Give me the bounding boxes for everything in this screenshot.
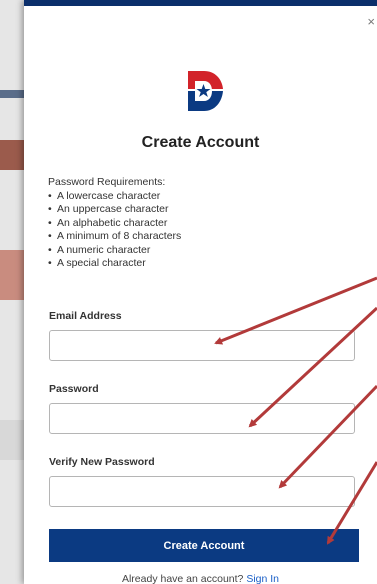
password-field[interactable] — [49, 403, 355, 434]
requirements-heading: Password Requirements: — [48, 176, 166, 188]
password-requirements: Password Requirements: A lowercase chara… — [48, 176, 181, 271]
page-title: Create Account — [141, 134, 260, 151]
password-label: Password — [49, 383, 99, 395]
requirement-item: An uppercase character — [48, 203, 181, 217]
background-page-stripe — [0, 90, 24, 98]
email-field[interactable] — [49, 330, 355, 361]
requirement-item: An alphabetic character — [48, 217, 181, 231]
requirement-item: A special character — [48, 257, 181, 271]
background-page-stripe — [0, 420, 24, 460]
create-account-button[interactable]: Create Account — [49, 529, 359, 562]
sign-in-prompt: Already have an account? Sign In — [24, 573, 377, 584]
verify-password-label: Verify New Password — [49, 456, 155, 468]
requirement-item: A minimum of 8 characters — [48, 230, 181, 244]
close-button[interactable]: × — [367, 14, 375, 29]
sign-in-prompt-text: Already have an account? — [121, 573, 244, 584]
email-label: Email Address — [49, 310, 122, 322]
requirements-list: A lowercase character An uppercase chara… — [48, 190, 181, 271]
background-page-stripe — [0, 250, 24, 300]
requirement-item: A lowercase character — [48, 190, 181, 204]
create-account-modal: × Create Account Password Requirements: … — [24, 0, 377, 584]
screen: × Create Account Password Requirements: … — [0, 0, 377, 584]
requirement-item: A numeric character — [48, 244, 181, 258]
verify-password-field[interactable] — [49, 476, 355, 507]
d-star-logo-icon — [188, 71, 223, 111]
sign-in-link[interactable]: Sign In — [246, 573, 279, 584]
background-page-stripe — [0, 140, 24, 170]
modal-top-bar — [24, 0, 377, 6]
